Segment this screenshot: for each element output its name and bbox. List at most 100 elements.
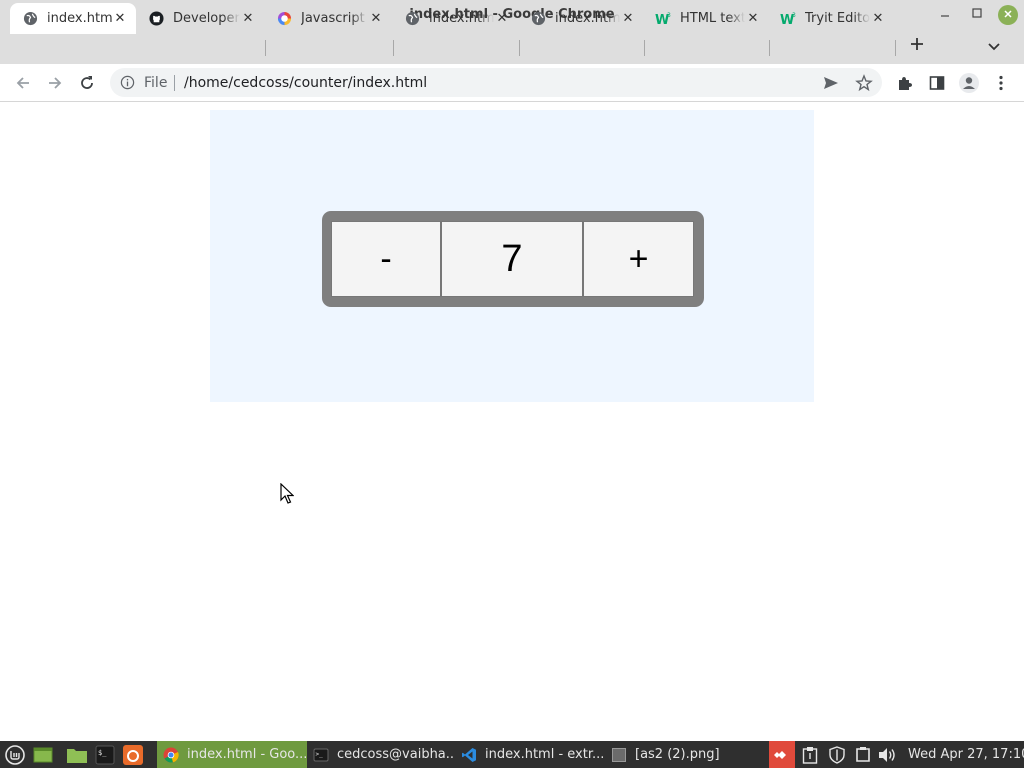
maximize-icon [972,8,982,18]
tab-close-icon[interactable]: ✕ [240,11,256,27]
tab-close-icon[interactable]: ✕ [494,11,510,27]
tab-index-html-2[interactable]: index.html ✕ [392,3,518,34]
taskbar-item-label: index.html - extr... [485,747,603,762]
url-text[interactable]: /home/cedcoss/counter/index.html [184,75,427,91]
reload-button[interactable] [76,72,98,94]
svg-text:3: 3 [792,12,796,19]
taskbar-item-label: [as2 (2).png] [635,747,720,762]
tab-index-html-active[interactable]: index.html ✕ [10,3,136,34]
firefox-launcher-icon[interactable] [122,744,144,766]
anydesk-tray-icon[interactable] [769,741,795,768]
w3schools-icon: W3 [780,11,796,27]
kebab-menu-icon [999,75,1003,91]
address-bar[interactable]: File /home/cedcoss/counter/index.html [110,68,882,97]
tab-separator [519,40,520,56]
close-icon [1004,10,1012,18]
tab-label: Javascript [301,11,365,26]
maximize-button[interactable] [968,6,986,24]
tab-label: Tryit Edito [805,11,870,26]
counter-widget: - 7 + [322,211,704,307]
tab-close-icon[interactable]: ✕ [745,11,761,27]
counter-value: 7 [441,221,583,297]
tab-javascript[interactable]: Javascript ✕ [264,3,392,34]
colorful-icon [276,11,292,27]
tab-separator [265,40,266,56]
tab-close-icon[interactable]: ✕ [368,11,384,27]
tab-separator [644,40,645,56]
reload-icon [81,76,93,89]
tab-close-icon[interactable]: ✕ [870,11,886,27]
chrome-icon [163,747,179,763]
tab-strip [0,30,1024,64]
image-viewer-icon [611,747,627,763]
w3schools-icon: W3 [655,11,671,27]
puzzle-icon [899,77,912,90]
taskbar-item-label: cedcoss@vaibha... [337,747,455,762]
taskbar-item-chrome[interactable]: index.html - Goo... [157,741,307,768]
tab-label: index.html [429,11,494,26]
arrow-right-icon [49,77,62,89]
browser-toolbar: File /home/cedcoss/counter/index.html [0,64,1024,102]
tab-search-button[interactable] [986,38,1004,56]
plus-icon [911,38,923,50]
taskbar-item-vscode[interactable]: index.html - extr... [455,741,603,768]
back-button[interactable] [12,72,34,94]
mouse-cursor-icon [280,482,295,505]
tab-label: index.html [47,11,112,26]
volume-tray-icon[interactable] [877,745,897,765]
minimize-icon [941,15,949,17]
terminal-icon: >_ [313,747,329,763]
tab-close-icon[interactable]: ✕ [112,11,128,27]
tab-html-text[interactable]: W3 HTML text ✕ [643,3,769,34]
taskbar-item-terminal[interactable]: >_ cedcoss@vaibha... [307,741,455,768]
menu-button[interactable] [990,72,1012,94]
clipboard-tray-icon[interactable] [800,745,820,765]
bookmark-star-icon[interactable] [855,74,873,92]
arrow-left-icon [16,77,29,89]
side-panel-button[interactable] [926,72,948,94]
network-tray-icon[interactable] [853,745,873,765]
close-window-button[interactable] [998,5,1018,25]
profile-button[interactable] [958,72,980,94]
extensions-button[interactable] [894,72,916,94]
github-icon [148,11,164,27]
chevron-down-icon [988,43,1000,51]
mint-menu-icon[interactable] [4,744,26,766]
globe-icon [22,11,38,27]
tab-close-icon[interactable]: ✕ [620,11,636,27]
show-desktop-icon[interactable] [32,744,54,766]
counter-panel: - 7 + [210,110,814,402]
url-scheme-label: File [144,75,168,91]
globe-icon [530,11,546,27]
svg-text:$_: $_ [98,749,107,757]
send-tab-icon[interactable] [822,74,840,92]
tab-separator [393,40,394,56]
taskbar-clock[interactable]: Wed Apr 27, 17:10 [908,747,1024,762]
taskbar: $_ index.html - Goo... >_ cedcoss@vaibha… [0,741,1024,768]
new-tab-button[interactable] [906,36,928,58]
tab-separator [769,40,770,56]
tab-label: HTML text [680,11,745,26]
forward-button[interactable] [44,72,66,94]
minimize-button[interactable] [936,6,954,24]
globe-icon [404,11,420,27]
url-divider [174,75,175,91]
svg-text:3: 3 [667,12,671,19]
info-icon[interactable] [120,75,135,90]
tab-label: Developer [173,11,240,26]
decrement-button[interactable]: - [331,221,441,297]
tab-developer[interactable]: Developer ✕ [136,3,264,34]
page-viewport: - 7 + [1,103,1023,741]
tab-index-html-3[interactable]: index.html ✕ [518,3,644,34]
increment-button[interactable]: + [583,221,694,297]
files-folder-icon[interactable] [66,744,88,766]
tab-tryit-editor[interactable]: W3 Tryit Edito ✕ [768,3,894,34]
taskbar-item-label: index.html - Goo... [187,747,307,762]
tab-label: index.html [555,11,620,26]
avatar-icon [959,73,979,93]
terminal-launcher-icon[interactable]: $_ [94,744,116,766]
side-panel-icon [929,76,945,90]
taskbar-item-image-viewer[interactable]: [as2 (2).png] [605,741,755,768]
shield-tray-icon[interactable] [827,745,847,765]
vscode-icon [461,747,477,763]
